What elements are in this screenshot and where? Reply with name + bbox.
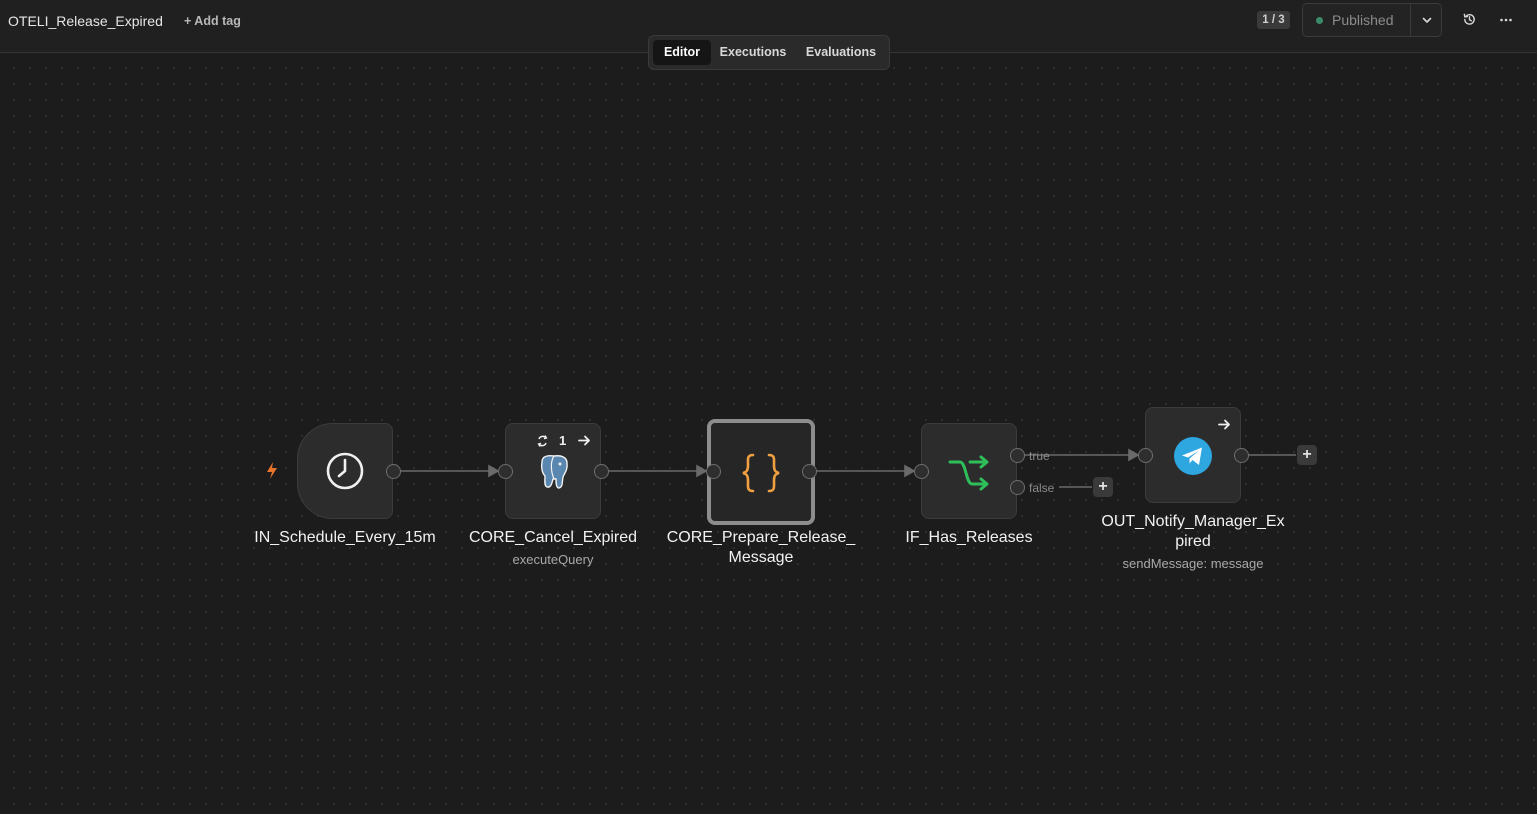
code-braces-icon [742, 453, 780, 493]
button-divider [1410, 4, 1411, 36]
node-label-schedule: IN_Schedule_Every_15m [254, 529, 436, 546]
add-tag-button[interactable]: + Add tag [184, 14, 241, 28]
output-handle[interactable] [802, 464, 817, 479]
node-schedule-trigger[interactable] [297, 423, 393, 519]
arrow-right-icon[interactable] [578, 434, 591, 447]
tab-evaluations[interactable]: Evaluations [797, 40, 885, 65]
loop-icon [537, 435, 548, 447]
node-subtitle-notify: sendMessage: message [1122, 556, 1264, 571]
branch-label-false: false [1029, 481, 1055, 495]
input-handle[interactable] [1138, 448, 1153, 463]
more-options-icon[interactable] [1499, 12, 1513, 27]
output-handle[interactable] [386, 464, 401, 479]
node-prepare-release-message[interactable] [707, 419, 815, 525]
node-if-has-releases[interactable] [921, 423, 1017, 519]
view-tabs: Editor Executions Evaluations [648, 35, 890, 70]
trigger-bolt-icon [267, 462, 277, 479]
add-node-button[interactable]: + [1297, 445, 1317, 465]
node-label-if: IF_Has_Releases [905, 529, 1033, 546]
input-handle[interactable] [498, 464, 513, 479]
node-label-notify: OUT_Notify_Manager_Ex pired [1101, 513, 1285, 550]
branch-arrows-icon [948, 455, 989, 491]
publish-status-label: Published [1332, 12, 1394, 28]
branch-label-true: true [1029, 449, 1050, 463]
node-cancel-expired[interactable]: 1 [505, 423, 601, 519]
output-handle[interactable] [594, 464, 609, 479]
telegram-icon [1174, 437, 1212, 475]
node-subtitle-cancel: executeQuery [512, 552, 594, 567]
status-dot-icon [1316, 17, 1323, 24]
workflow-title[interactable]: OTELI_Release_Expired [8, 13, 163, 29]
run-count: 1 [559, 433, 567, 448]
node-label-cancel: CORE_Cancel_Expired [468, 529, 638, 546]
clock-icon [326, 452, 364, 490]
output-handle-false[interactable] [1010, 480, 1025, 495]
output-handle[interactable] [1234, 448, 1249, 463]
postgres-elephant-icon [540, 454, 568, 489]
version-badge[interactable]: 1 / 3 [1257, 11, 1290, 29]
node-label-prepare: CORE_Prepare_Release_ Message [666, 529, 856, 566]
arrow-right-icon[interactable] [1218, 418, 1231, 431]
input-handle[interactable] [914, 464, 929, 479]
tab-editor[interactable]: Editor [653, 40, 711, 65]
tab-executions[interactable]: Executions [715, 40, 791, 65]
output-handle-true[interactable] [1010, 448, 1025, 463]
add-node-false-button[interactable]: + [1093, 477, 1113, 497]
input-handle[interactable] [706, 464, 721, 479]
history-icon[interactable] [1462, 12, 1477, 27]
publish-status-button[interactable]: Published [1302, 3, 1442, 37]
chevron-down-icon[interactable] [1420, 13, 1434, 27]
node-notify-manager[interactable] [1145, 407, 1241, 503]
